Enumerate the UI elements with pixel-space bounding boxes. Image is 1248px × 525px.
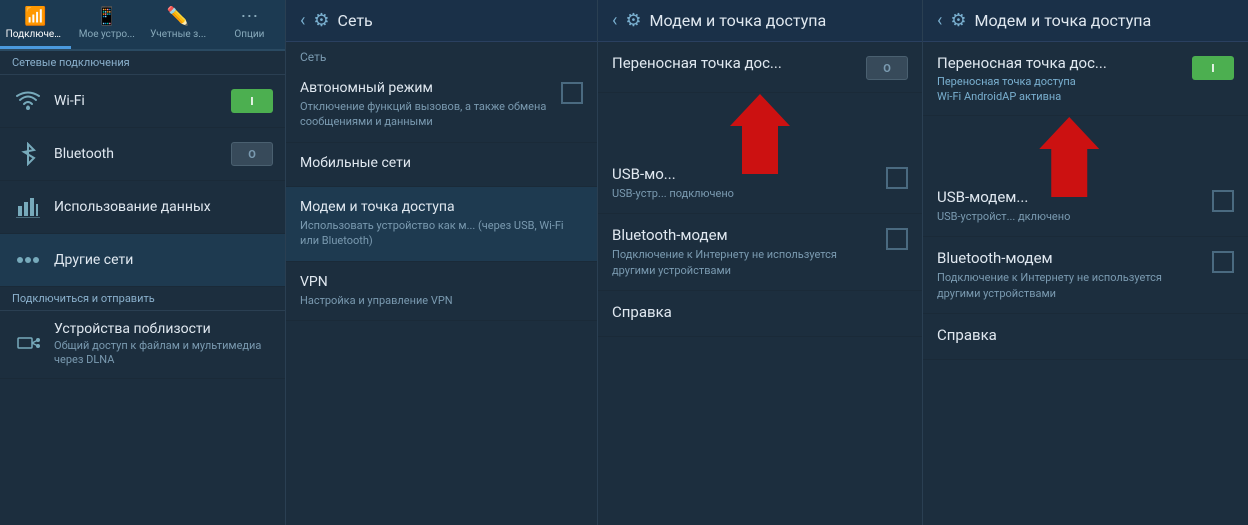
other-networks-text: Другие сети	[54, 252, 273, 268]
data-usage-title: Использование данных	[54, 199, 273, 215]
arrow-up-on-indicator	[1039, 117, 1099, 197]
panel2-settings-icon: ⚙	[313, 10, 329, 31]
bt-modem-on-title: Bluetooth-модем	[937, 249, 1204, 267]
tab-connections[interactable]: 📶 Подключен...	[0, 0, 71, 49]
bluetooth-toggle[interactable]: O	[231, 142, 273, 166]
vpn-subtitle: Настройка и управление VPN	[300, 293, 583, 308]
tab-connections-label: Подключен...	[6, 29, 66, 40]
nearby-devices-title: Устройства поблизости	[54, 321, 273, 337]
hotspot-title: Переносная точка дос...	[612, 54, 856, 72]
airplane-subtitle: Отключение функций вызовов, а также обме…	[300, 99, 553, 130]
bt-modem-title: Bluetooth-модем	[612, 226, 878, 244]
bt-modem-on-subtitle: Подключение к Интернету не используется …	[937, 270, 1204, 301]
modem-title: Модем и точка доступа	[300, 199, 583, 215]
nearby-devices-subtitle: Общий доступ к файлам и мультимедиа чере…	[54, 339, 273, 368]
usb-on-subtitle: USB-устройст... дключено	[937, 209, 1204, 224]
panel2-title: Сеть	[338, 11, 373, 30]
menu-item-other-networks[interactable]: Другие сети	[0, 234, 285, 287]
accounts-icon: ✏️	[167, 6, 189, 27]
hotspot-toggle-off[interactable]: O	[866, 56, 908, 80]
tab-mydevice-label: Мое устро...	[79, 29, 135, 40]
hotspot-on-content: Переносная точка дос... Переносная точка…	[937, 54, 1182, 103]
tabs-row: 📶 Подключен... 📱 Мое устро... ✏️ Учетные…	[0, 0, 285, 51]
tab-my-device[interactable]: 📱 Мое устро...	[71, 0, 142, 49]
menu-item-modem[interactable]: Модем и точка доступа Использовать устро…	[286, 187, 597, 262]
tab-options[interactable]: ⋯ Опции	[214, 0, 285, 49]
menu-item-airplane[interactable]: Автономный режим Отключение функций вызо…	[286, 68, 597, 143]
menu-item-data-usage[interactable]: Использование данных	[0, 181, 285, 234]
bt-on-checkbox[interactable]	[1212, 251, 1234, 273]
other-networks-icon	[12, 244, 44, 276]
panel3-settings-icon: ⚙	[625, 10, 641, 31]
panel3-back[interactable]: ‹	[612, 10, 617, 31]
usb-on-checkbox[interactable]	[1212, 190, 1234, 212]
menu-item-vpn[interactable]: VPN Настройка и управление VPN	[286, 262, 597, 321]
usb-checkbox[interactable]	[886, 167, 908, 189]
panel-modem-off: ‹ ⚙ Модем и точка доступа Переносная точ…	[598, 0, 923, 525]
options-icon: ⋯	[240, 6, 258, 27]
data-usage-text: Использование данных	[54, 199, 273, 215]
panel2-section-label: Сеть	[286, 42, 597, 68]
device-icon: 📱	[96, 6, 118, 27]
hotspot-content: Переносная точка дос...	[612, 54, 856, 75]
section-connect-send: Подключиться и отправить	[0, 287, 285, 311]
airplane-title: Автономный режим	[300, 80, 553, 96]
wifi-text: Wi-Fi	[54, 93, 231, 109]
wifi-title: Wi-Fi	[54, 93, 231, 109]
panel4-title: Модем и точка доступа	[975, 11, 1152, 30]
bluetooth-text: Bluetooth	[54, 146, 231, 162]
airplane-checkbox[interactable]	[561, 82, 583, 104]
panel-connections: 📶 Подключен... 📱 Мое устро... ✏️ Учетные…	[0, 0, 286, 525]
hotspot-toggle-on[interactable]: I	[1192, 56, 1234, 80]
menu-item-wifi[interactable]: Wi-Fi I	[0, 75, 285, 128]
bt-modem-subtitle: Подключение к Интернету не используется …	[612, 247, 878, 278]
menu-item-nearby-devices[interactable]: Устройства поблизости Общий доступ к фай…	[0, 311, 285, 379]
tab-accounts-label: Учетные з...	[150, 29, 206, 40]
panel2-header: ‹ ⚙ Сеть	[286, 0, 597, 42]
panel-modem-on: ‹ ⚙ Модем и точка доступа Переносная точ…	[923, 0, 1248, 525]
modem-subtitle: Использовать устройство как м... (через …	[300, 218, 583, 249]
hotspot-on-desc2: Wi-Fi AndroidAP активна	[937, 90, 1182, 103]
other-networks-title: Другие сети	[54, 252, 273, 268]
panel4-header: ‹ ⚙ Модем и точка доступа	[923, 0, 1248, 42]
modem-item-help-on[interactable]: Справка	[923, 314, 1248, 360]
tab-options-label: Опции	[234, 29, 264, 40]
help-on-title: Справка	[937, 326, 1234, 344]
connections-icon: 📶	[24, 6, 46, 27]
arrow-up-indicator	[730, 94, 790, 174]
tab-accounts[interactable]: ✏️ Учетные з...	[143, 0, 214, 49]
panel3-title: Модем и точка доступа	[650, 11, 827, 30]
modem-item-hotspot-off[interactable]: Переносная точка дос... O	[598, 42, 922, 93]
menu-item-mobile-net[interactable]: Мобильные сети	[286, 143, 597, 187]
nearby-devices-icon	[12, 328, 44, 360]
bluetooth-title: Bluetooth	[54, 146, 231, 162]
panel-network: ‹ ⚙ Сеть Сеть Автономный режим Отключени…	[286, 0, 598, 525]
mobile-net-title: Мобильные сети	[300, 155, 583, 171]
vpn-title: VPN	[300, 274, 583, 290]
modem-item-bt[interactable]: Bluetooth-модем Подключение к Интернету …	[598, 214, 922, 291]
panel3-header: ‹ ⚙ Модем и точка доступа	[598, 0, 922, 42]
modem-item-bt-on[interactable]: Bluetooth-модем Подключение к Интернету …	[923, 237, 1248, 314]
help-on-content: Справка	[937, 326, 1234, 347]
wifi-toggle[interactable]: I	[231, 89, 273, 113]
panel4-settings-icon: ⚙	[950, 10, 966, 31]
section-network-connections: Сетевые подключения	[0, 51, 285, 75]
bt-on-content: Bluetooth-модем Подключение к Интернету …	[937, 249, 1204, 301]
data-usage-icon	[12, 191, 44, 223]
help-content: Справка	[612, 303, 908, 324]
nearby-devices-text: Устройства поблизости Общий доступ к фай…	[54, 321, 273, 368]
hotspot-on-desc1: Переносная точка доступа	[937, 75, 1182, 88]
help-title: Справка	[612, 303, 908, 321]
panel2-back[interactable]: ‹	[300, 10, 305, 31]
bt-content: Bluetooth-модем Подключение к Интернету …	[612, 226, 878, 278]
menu-item-bluetooth[interactable]: Bluetooth O	[0, 128, 285, 181]
wifi-icon	[12, 85, 44, 117]
hotspot-on-title: Переносная точка дос...	[937, 54, 1182, 72]
bluetooth-icon	[12, 138, 44, 170]
modem-item-hotspot-on[interactable]: Переносная точка дос... Переносная точка…	[923, 42, 1248, 116]
modem-item-help[interactable]: Справка	[598, 291, 922, 337]
panel4-back[interactable]: ‹	[937, 10, 942, 31]
usb-subtitle: USB-устр... подключено	[612, 186, 878, 201]
bt-checkbox[interactable]	[886, 228, 908, 250]
